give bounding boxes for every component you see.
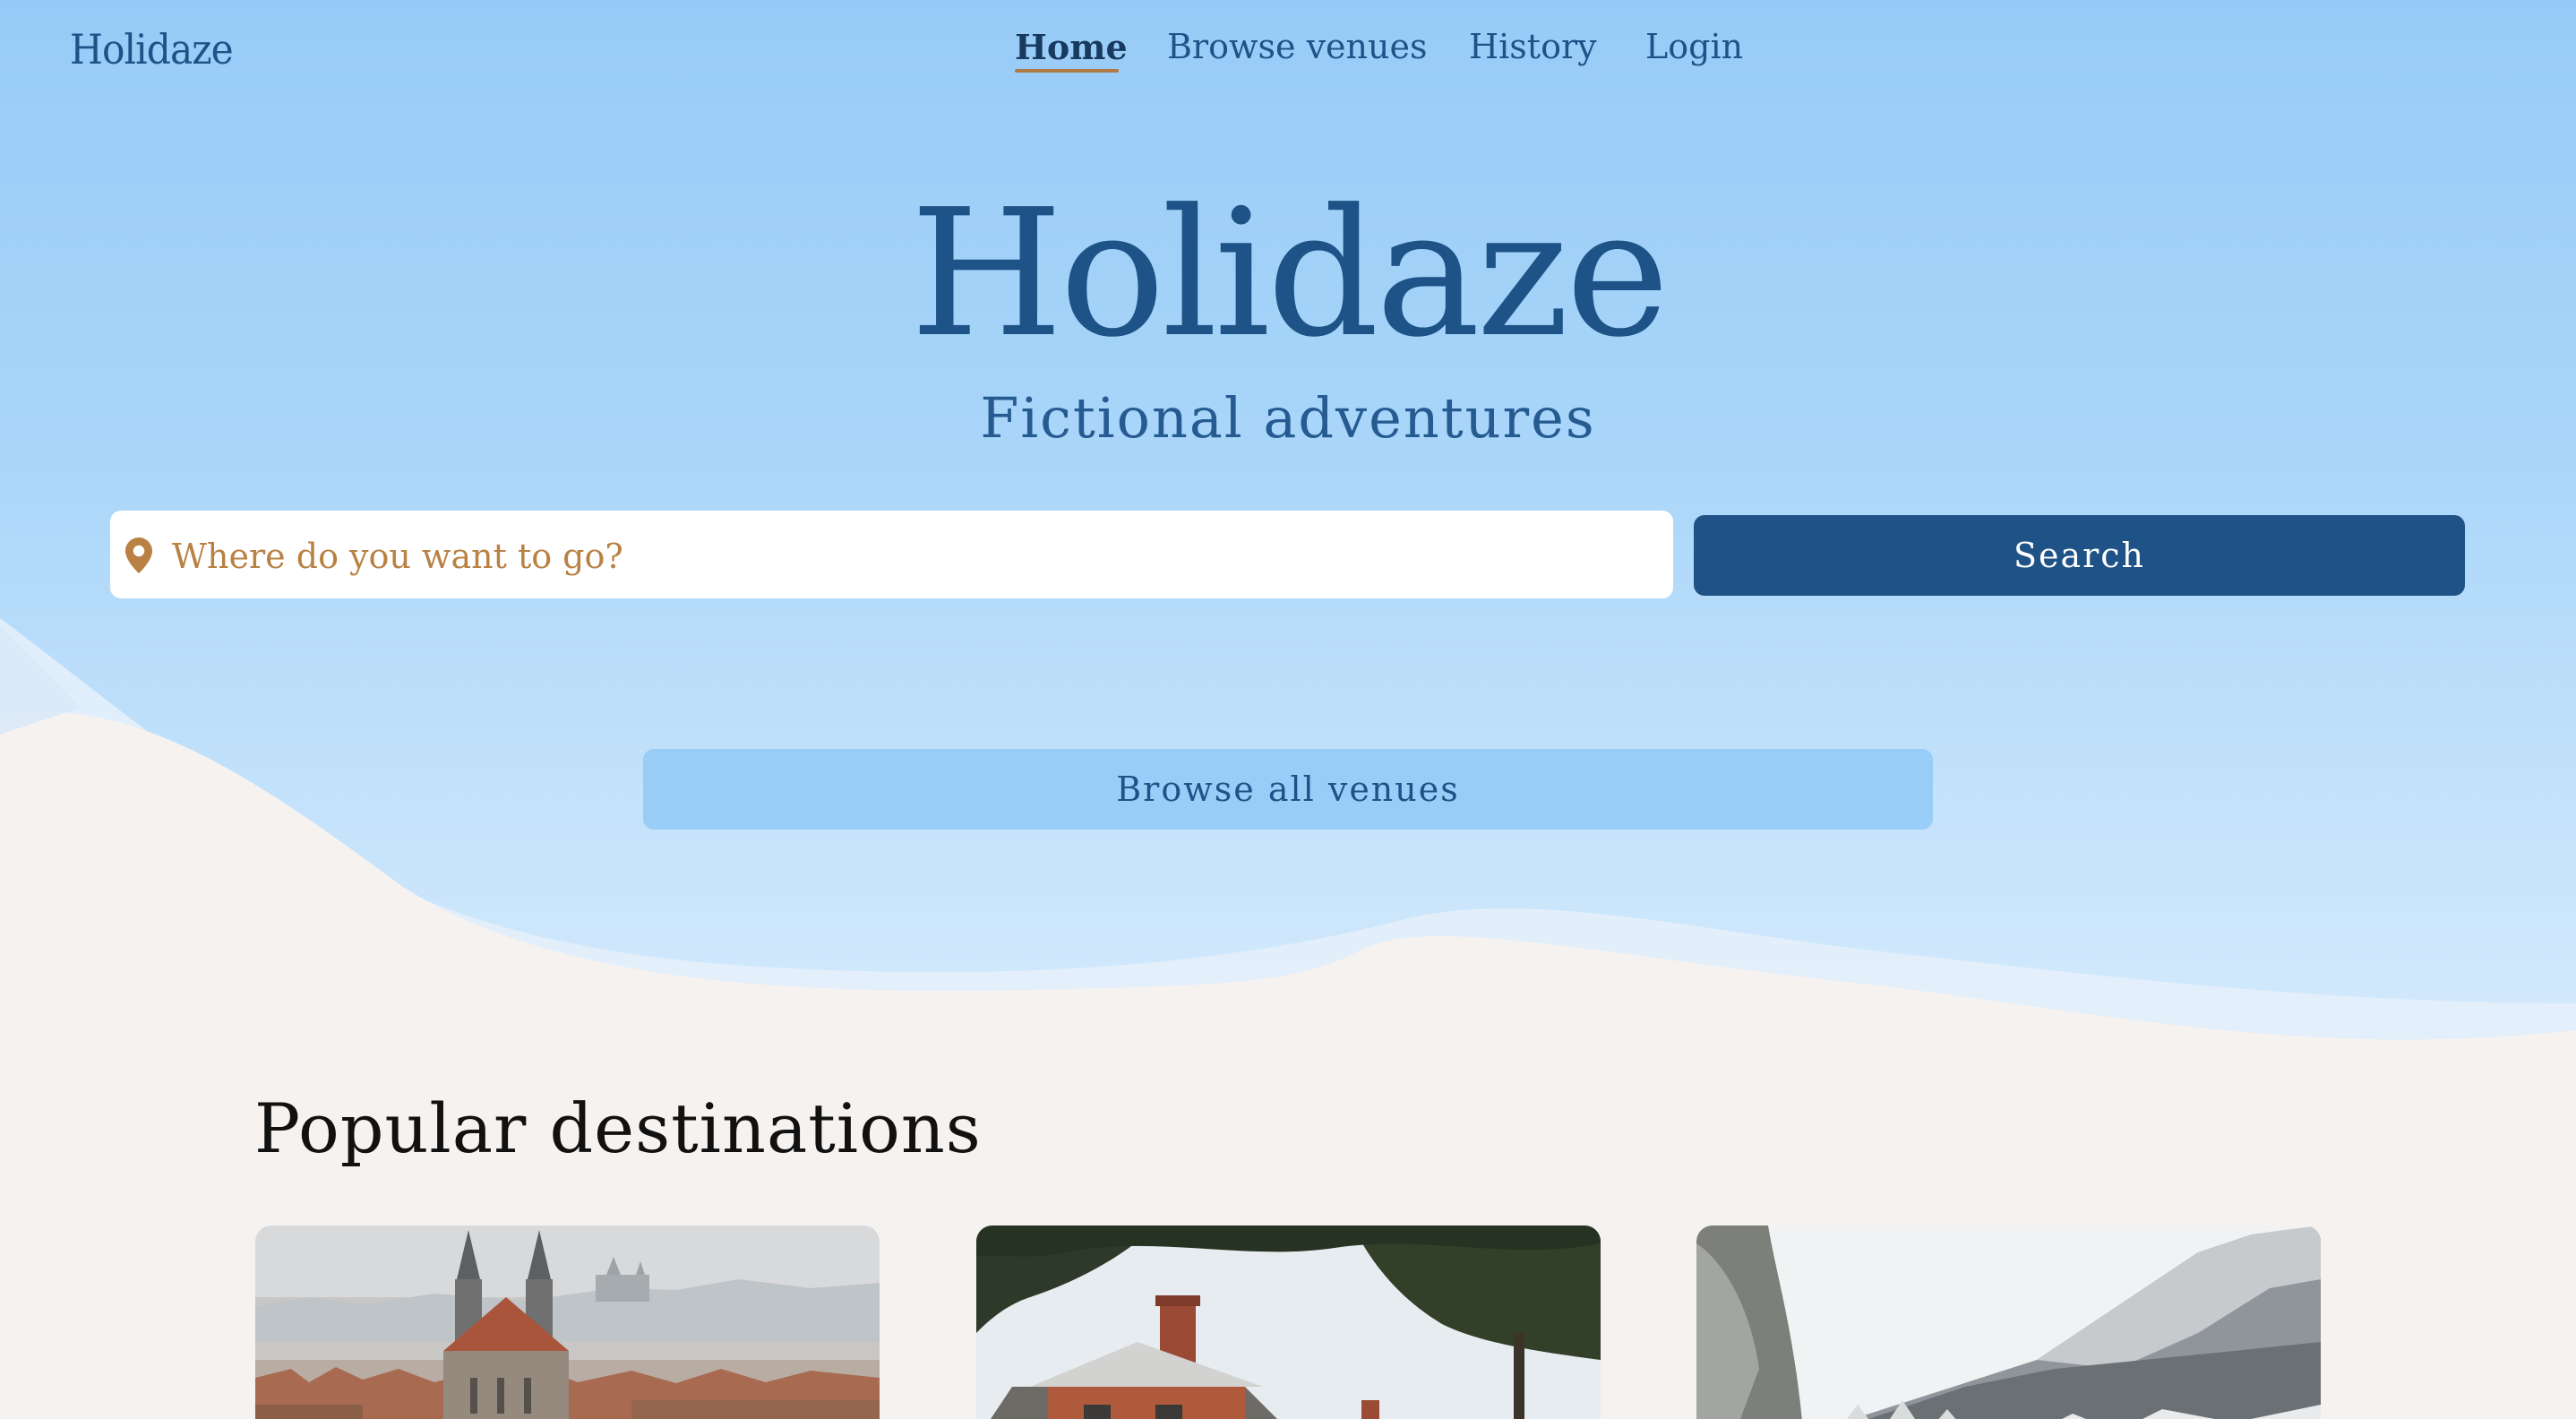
nav-active-indicator [1015, 69, 1119, 73]
nav-item-login[interactable]: Login [1645, 27, 1743, 66]
destination-card-2[interactable] [976, 1226, 1601, 1419]
destination-card-3[interactable] [1696, 1226, 2321, 1419]
prague-city-photo [255, 1226, 880, 1419]
snowy-mountain-photo [1696, 1226, 2321, 1419]
hero-title: Holidaze [910, 172, 1670, 376]
nav-item-home[interactable]: Home [1015, 27, 1128, 67]
hero-subtitle: Fictional adventures [980, 385, 1596, 451]
location-pin-icon [125, 538, 152, 573]
nav-item-browse-venues[interactable]: Browse venues [1167, 27, 1427, 66]
nav-item-history[interactable]: History [1469, 27, 1597, 66]
destination-card-1[interactable] [255, 1226, 880, 1419]
country-house-photo [976, 1226, 1601, 1419]
search-input[interactable] [170, 527, 1652, 586]
nav-logo[interactable]: Holidaze [70, 25, 234, 73]
popular-destinations-title: Popular destinations [254, 1088, 982, 1168]
search-button[interactable]: Search [1694, 515, 2465, 596]
browse-all-venues-button[interactable]: Browse all venues [643, 749, 1933, 830]
